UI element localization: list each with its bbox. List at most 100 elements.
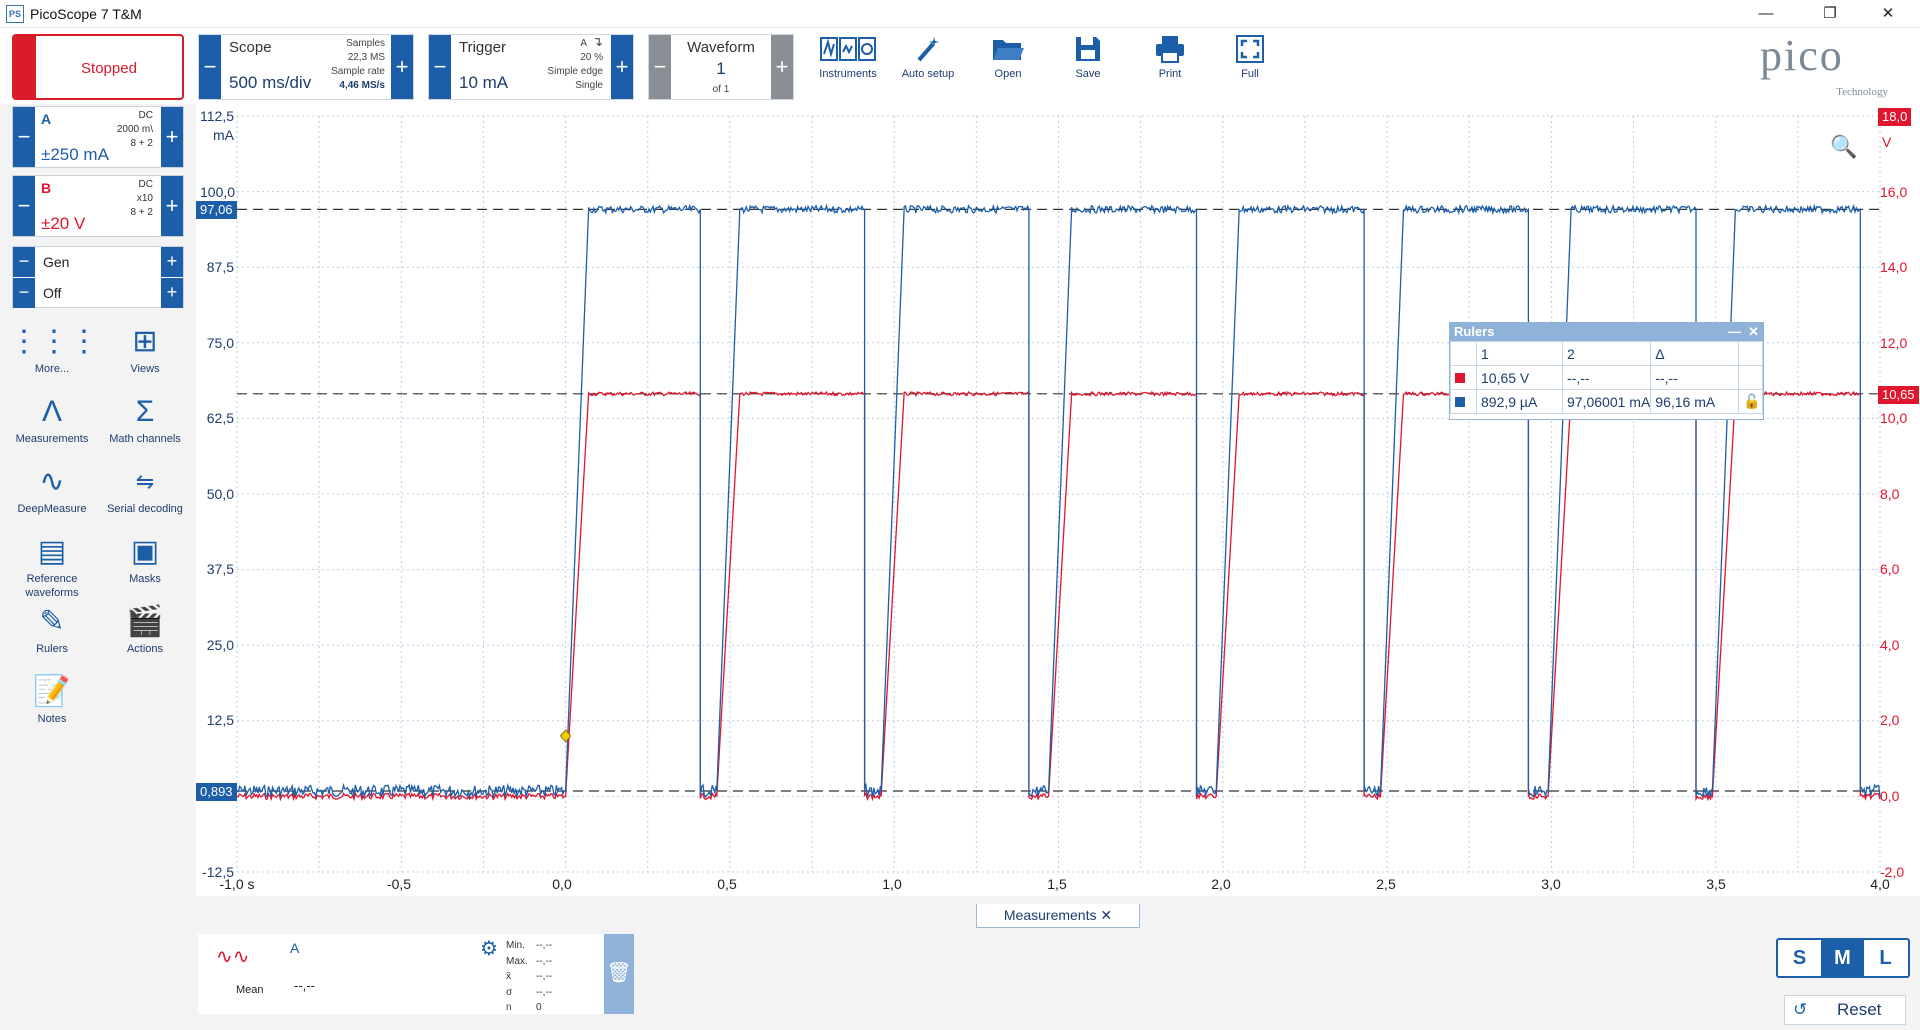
channel-b-bits: 8 + 2 [130, 206, 153, 220]
ruler-flag-left-low[interactable]: 0,893 [196, 783, 237, 801]
restore-icon[interactable]: ❐ [1808, 2, 1852, 26]
print-button[interactable]: Print [1134, 34, 1206, 94]
timebase-decrease-button[interactable]: − [199, 35, 221, 99]
deepmeasure-icon: ∿ [9, 462, 95, 502]
rulers-close-icon[interactable]: ✕ [1748, 323, 1759, 341]
open-button[interactable]: Open [972, 34, 1044, 94]
stat-mean: x̄--,-- [506, 969, 552, 985]
ruler-value: --,-- [1563, 366, 1651, 390]
y-right-tick: 0,0 [1880, 788, 1899, 804]
channel-b-increase-button[interactable]: + [161, 176, 183, 236]
y-left-tick: 37,5 [200, 561, 234, 577]
close-icon[interactable]: ✕ [1866, 2, 1910, 26]
reset-button[interactable]: ↺ Reset [1784, 995, 1906, 1025]
lock-icon[interactable]: 🔓 [1739, 390, 1763, 414]
rulers-button[interactable]: ✎Rulers [9, 602, 95, 656]
x-tick: -1,0 s [207, 876, 267, 892]
save-button[interactable]: Save [1052, 34, 1124, 94]
rulers-table: 1 2 Δ 10,65 V --,-- --,-- 892,9 µA 97,06… [1450, 341, 1763, 414]
waveform-prev-button[interactable]: − [649, 35, 671, 99]
gen-decrease-button[interactable]: − [13, 247, 35, 277]
full-button[interactable]: Full [1214, 34, 1286, 94]
sample-rate-label: Sample rate [331, 65, 385, 79]
notes-button[interactable]: 📝Notes [9, 672, 95, 726]
y-right-tick: 10,0 [1880, 410, 1907, 426]
views-icon: ⊞ [102, 322, 188, 362]
samples-label: Samples [346, 37, 385, 51]
stat-sigma: σ--,-- [506, 985, 552, 1001]
more-icon: ⋮⋮⋮ [9, 322, 95, 362]
y-left-tick: 12,5 [200, 712, 234, 728]
measurements-tab[interactable]: Measurements ✕ [976, 904, 1140, 928]
save-label: Save [1052, 68, 1124, 80]
channel-a-swatch [1455, 397, 1465, 407]
actions-icon: 🎬 [102, 602, 188, 642]
channel-a-control[interactable]: − A DC 2000 m\ 8 + 2 ±250 mA + [12, 106, 184, 168]
rulers-row: 10,65 V --,-- --,-- [1451, 366, 1763, 390]
more-label: More... [9, 362, 95, 376]
auto-setup-button[interactable]: Auto setup [892, 34, 964, 94]
waveform-next-button[interactable]: + [771, 35, 793, 99]
measurement-card[interactable]: ∿∿ A Mean --,-- ⚙ Min.--,-- Max.--,-- x̄… [198, 934, 634, 1014]
timebase-increase-button[interactable]: + [391, 35, 413, 99]
instruments-button[interactable]: Instruments [812, 34, 884, 94]
trigger-value[interactable]: 10 mA [459, 73, 508, 93]
print-label: Print [1134, 68, 1206, 80]
measurements-icon: Λ [9, 392, 95, 432]
ruler-value: 96,16 mA [1651, 390, 1739, 414]
ruler-value: 892,9 µA [1477, 390, 1563, 414]
minimize-icon[interactable]: — [1744, 2, 1788, 26]
measurements-tab-close-icon[interactable]: ✕ [1100, 907, 1112, 923]
gen-state-decrease-button[interactable]: − [13, 278, 35, 308]
actions-button[interactable]: 🎬Actions [102, 602, 188, 656]
size-l-button[interactable]: L [1864, 940, 1907, 976]
run-stop-button[interactable]: Stopped [12, 34, 184, 100]
x-tick: 1,0 [862, 876, 922, 892]
waveform-value: 1 [671, 59, 771, 79]
math-channels-button[interactable]: ΣMath channels [102, 392, 188, 446]
size-m-button[interactable]: M [1821, 940, 1864, 976]
gen-state-increase-button[interactable]: + [161, 278, 183, 308]
size-s-button[interactable]: S [1778, 940, 1821, 976]
channel-a-decrease-button[interactable]: − [13, 107, 35, 167]
trigger-decrease-button[interactable]: − [429, 35, 451, 99]
gen-label: Gen [43, 254, 69, 270]
reference-waveforms-button[interactable]: ▤Reference waveforms [9, 532, 95, 600]
measurements-button[interactable]: ΛMeasurements [9, 392, 95, 446]
serial-decoding-button[interactable]: ⇋Serial decoding [102, 462, 188, 516]
deepmeasure-label: DeepMeasure [9, 502, 95, 516]
delete-measurement-button[interactable]: 🗑 [604, 934, 634, 1014]
rulers-panel[interactable]: Rulers — ✕ 1 2 Δ 10,65 V --,-- --,-- 892… [1449, 322, 1764, 420]
window-title: PicoScope 7 T&M [30, 6, 142, 22]
channel-b-control[interactable]: − B DC x10 8 + 2 ±20 V + [12, 175, 184, 237]
trigger-increase-button[interactable]: + [611, 35, 633, 99]
scope-view[interactable] [196, 104, 1920, 896]
rulers-row: 892,9 µA 97,06001 mA 96,16 mA 🔓 [1451, 390, 1763, 414]
math-channels-label: Math channels [102, 432, 188, 446]
y-right-top-flag: 18,0 [1878, 108, 1911, 126]
gen-increase-button[interactable]: + [161, 247, 183, 277]
timebase-control: − Scope 500 ms/div Samples 22,3 MS Sampl… [198, 34, 414, 100]
gear-icon[interactable]: ⚙ [480, 936, 498, 961]
masks-button[interactable]: ▣Masks [102, 532, 188, 586]
ruler-value: 97,06001 mA [1563, 390, 1651, 414]
gen-state-row[interactable]: − Off + [13, 278, 183, 308]
stat-min: Min.--,-- [506, 938, 552, 954]
zoom-icon[interactable]: 🔍 [1830, 134, 1857, 160]
ruler-flag-right[interactable]: 10,65 [1878, 386, 1919, 404]
channel-a-increase-button[interactable]: + [161, 107, 183, 167]
rulers-panel-header[interactable]: Rulers — ✕ [1450, 323, 1763, 341]
scope-plot[interactable] [196, 104, 1920, 896]
views-button[interactable]: ⊞Views [102, 322, 188, 376]
y-left-tick: 87,5 [200, 259, 234, 275]
timebase-value[interactable]: 500 ms/div [229, 73, 311, 93]
channel-b-decrease-button[interactable]: − [13, 176, 35, 236]
deepmeasure-button[interactable]: ∿DeepMeasure [9, 462, 95, 516]
reference-waveforms-label: Reference waveforms [22, 572, 82, 600]
ruler-flag-left-high[interactable]: 97,06 [196, 201, 237, 219]
app-logo-icon: PS [6, 5, 24, 23]
gen-row[interactable]: − Gen + [13, 247, 183, 277]
ruler-value: --,-- [1651, 366, 1739, 390]
more-button[interactable]: ⋮⋮⋮More... [9, 322, 95, 376]
rulers-minimize-icon[interactable]: — [1728, 323, 1741, 341]
